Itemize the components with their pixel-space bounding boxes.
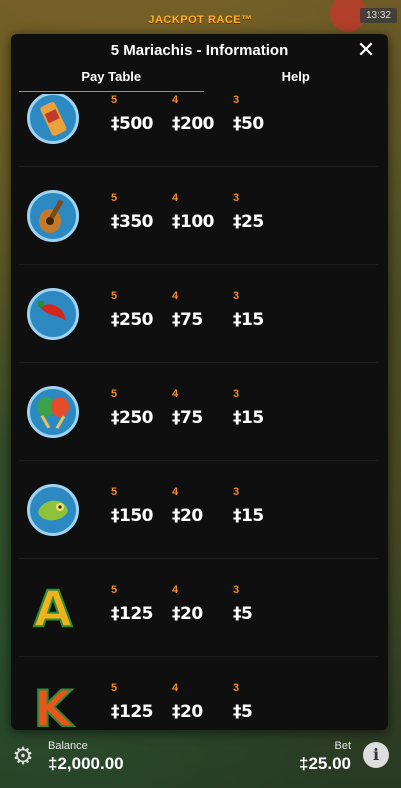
information-modal: 5 Mariachis - Information ✕ Pay Table He… (11, 34, 388, 730)
count-3: 3 (233, 192, 240, 204)
count-5: 5 (111, 290, 118, 302)
pay-table-row: 5 ‡250 4 ‡75 3 ‡15 (19, 364, 378, 461)
modal-title: 5 Mariachis - Information (110, 42, 289, 59)
payout-amount: ‡20 (172, 702, 203, 722)
jackpot-race-banner: JACKPOT RACE™ (148, 14, 253, 26)
count-4: 4 (172, 682, 179, 694)
payout-amount: ‡5 (233, 702, 253, 722)
balance-value: ‡2,000.00 (48, 754, 124, 773)
payout-amount: ‡25 (233, 212, 264, 232)
payout-amount: ‡75 (172, 408, 203, 428)
payout-amount: ‡20 (172, 604, 203, 624)
pay-table-content[interactable]: 5 ‡500 4 ‡200 3 ‡50 5 ‡350 4 ‡100 3 ‡25 (11, 94, 388, 730)
payout-amount: ‡150 (111, 506, 154, 526)
payout-amount: ‡15 (233, 408, 264, 428)
close-button[interactable]: ✕ (354, 38, 378, 62)
count-5: 5 (111, 486, 118, 498)
tab-help[interactable]: Help (204, 66, 389, 92)
count-3: 3 (233, 388, 240, 400)
payout-amount: ‡200 (172, 114, 215, 134)
footer-bar: ⚙ Balance ‡2,000.00 Bet ‡25.00 i (0, 734, 401, 788)
count-4: 4 (172, 290, 179, 302)
balance-label: Balance (48, 740, 88, 752)
payout-amount: ‡50 (233, 114, 264, 134)
count-3: 3 (233, 486, 240, 498)
payout-amount: ‡15 (233, 310, 264, 330)
guitar-icon (27, 190, 79, 242)
letter-a-icon: A (27, 579, 79, 639)
svg-text:A: A (34, 580, 73, 636)
count-5: 5 (111, 192, 118, 204)
count-5: 5 (111, 682, 118, 694)
tab-pay-table[interactable]: Pay Table (19, 66, 204, 92)
pay-table-row: 5 ‡500 4 ‡200 3 ‡50 (19, 94, 378, 167)
count-4: 4 (172, 584, 179, 596)
modal-tabs: Pay Table Help (11, 66, 388, 92)
maracas-icon (27, 386, 79, 438)
info-icon[interactable]: i (363, 742, 389, 768)
bet-label: Bet (334, 740, 351, 752)
payout-amount: ‡250 (111, 408, 154, 428)
payout-amount: ‡350 (111, 212, 154, 232)
payout-amount: ‡500 (111, 114, 154, 134)
payout-amount: ‡20 (172, 506, 203, 526)
gear-icon[interactable]: ⚙ (10, 744, 36, 770)
payout-amount: ‡250 (111, 310, 154, 330)
count-3: 3 (233, 682, 240, 694)
count-4: 4 (172, 94, 179, 106)
tequila-bottle-icon (27, 94, 79, 144)
count-5: 5 (111, 388, 118, 400)
status-clock: 13:32 (359, 8, 397, 23)
payout-amount: ‡75 (172, 310, 203, 330)
pay-table-row: 5 ‡350 4 ‡100 3 ‡25 (19, 168, 378, 265)
bet-value: ‡25.00 (299, 754, 351, 773)
svg-text:K: K (34, 680, 75, 730)
count-5: 5 (111, 584, 118, 596)
count-4: 4 (172, 388, 179, 400)
count-5: 5 (111, 94, 118, 106)
pay-table-row: 5 ‡150 4 ‡20 3 ‡15 (19, 462, 378, 559)
chili-pepper-icon (27, 288, 79, 340)
payout-amount: ‡125 (111, 604, 154, 624)
chameleon-icon (27, 484, 79, 536)
pay-table-row: 5 ‡250 4 ‡75 3 ‡15 (19, 266, 378, 363)
count-3: 3 (233, 94, 240, 106)
count-3: 3 (233, 584, 240, 596)
payout-amount: ‡15 (233, 506, 264, 526)
payout-amount: ‡5 (233, 604, 253, 624)
count-3: 3 (233, 290, 240, 302)
pay-table-row: K 5 ‡125 4 ‡20 3 ‡5 (19, 658, 378, 730)
payout-amount: ‡100 (172, 212, 215, 232)
count-4: 4 (172, 192, 179, 204)
count-4: 4 (172, 486, 179, 498)
payout-amount: ‡125 (111, 702, 154, 722)
letter-k-icon: K (27, 678, 79, 730)
pay-table-row: A 5 ‡125 4 ‡20 3 ‡5 (19, 560, 378, 657)
